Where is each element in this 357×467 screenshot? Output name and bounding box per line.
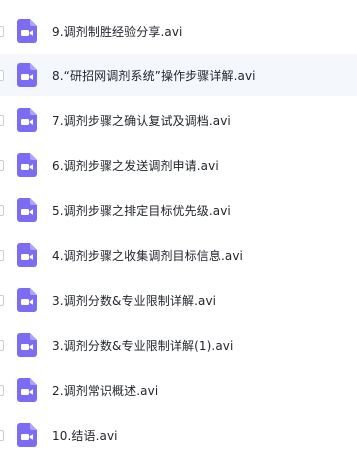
file-row[interactable]: 3.调剂分数&专业限制详解.avi <box>0 279 357 321</box>
file-row[interactable]: 7.调剂步骤之确认复试及调档.avi <box>0 99 357 141</box>
video-file-icon <box>17 333 37 357</box>
row-checkbox[interactable] <box>0 294 4 306</box>
file-row[interactable]: 4.调剂步骤之收集调剂目标信息.avi <box>0 234 357 276</box>
file-name[interactable]: 9.调剂制胜经验分享.avi <box>52 23 182 40</box>
video-file-icon <box>17 423 37 447</box>
row-checkbox[interactable] <box>0 204 4 216</box>
row-checkbox[interactable] <box>0 384 4 396</box>
video-file-icon <box>17 198 37 222</box>
file-name[interactable]: 2.调剂常识概述.avi <box>52 382 158 399</box>
row-checkbox[interactable] <box>0 25 4 37</box>
row-checkbox[interactable] <box>0 69 4 81</box>
row-checkbox[interactable] <box>0 114 4 126</box>
video-file-icon <box>17 288 37 312</box>
video-file-icon <box>17 63 37 87</box>
row-checkbox[interactable] <box>0 429 4 441</box>
file-name[interactable]: 5.调剂步骤之排定目标优先级.avi <box>52 202 231 219</box>
row-checkbox[interactable] <box>0 339 4 351</box>
video-file-icon <box>17 153 37 177</box>
row-checkbox[interactable] <box>0 159 4 171</box>
file-row[interactable]: 9.调剂制胜经验分享.avi <box>0 10 357 52</box>
file-name[interactable]: 6.调剂步骤之发送调剂申请.avi <box>52 157 219 174</box>
row-checkbox[interactable] <box>0 249 4 261</box>
video-file-icon <box>17 378 37 402</box>
file-name[interactable]: 8.“研招网调剂系统”操作步骤详解.avi <box>52 67 256 84</box>
file-row[interactable]: 8.“研招网调剂系统”操作步骤详解.avi <box>0 54 357 96</box>
file-name[interactable]: 3.调剂分数&专业限制详解.avi <box>52 292 216 309</box>
file-name[interactable]: 7.调剂步骤之确认复试及调档.avi <box>52 112 231 129</box>
file-name[interactable]: 10.结语.avi <box>52 427 118 444</box>
file-row[interactable]: 10.结语.avi <box>0 414 357 456</box>
file-name[interactable]: 4.调剂步骤之收集调剂目标信息.avi <box>52 247 243 264</box>
video-file-icon <box>17 243 37 267</box>
file-row[interactable]: 3.调剂分数&专业限制详解(1).avi <box>0 324 357 366</box>
file-list: 9.调剂制胜经验分享.avi 8.“研招网调剂系统”操作步骤详解.avi 7.调… <box>0 0 357 467</box>
file-row[interactable]: 2.调剂常识概述.avi <box>0 369 357 411</box>
video-file-icon <box>17 19 37 43</box>
file-row[interactable]: 5.调剂步骤之排定目标优先级.avi <box>0 189 357 231</box>
video-file-icon <box>17 108 37 132</box>
file-row[interactable]: 6.调剂步骤之发送调剂申请.avi <box>0 144 357 186</box>
file-name[interactable]: 3.调剂分数&专业限制详解(1).avi <box>52 337 233 354</box>
